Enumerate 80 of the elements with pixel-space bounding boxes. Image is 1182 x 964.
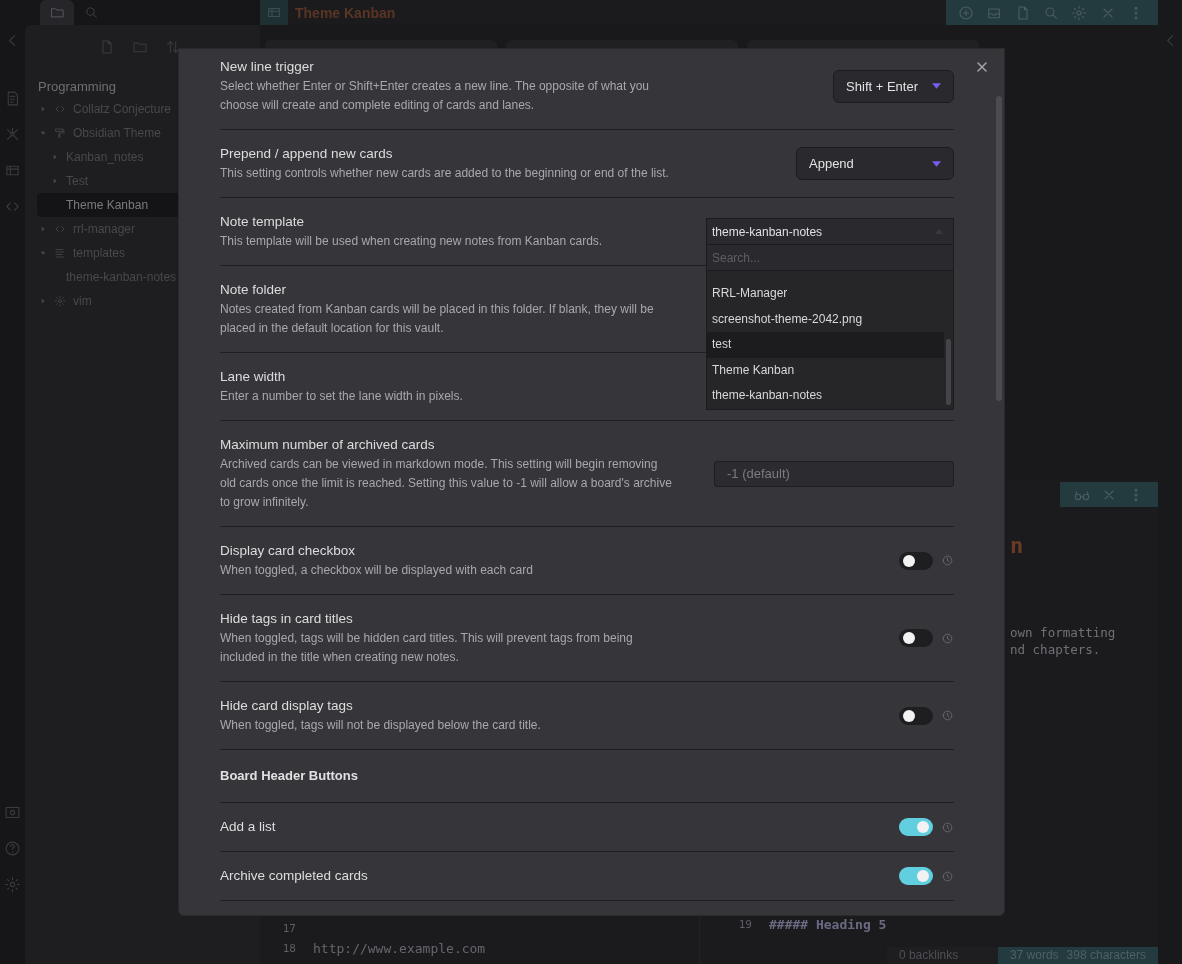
vault-title: Programming <box>37 78 117 96</box>
dropdown-option[interactable]: Theme Kanban <box>707 357 944 384</box>
line-number: 18 <box>281 941 296 955</box>
setting-name: Archive completed cards <box>220 867 368 885</box>
caret-down-icon[interactable] <box>39 129 47 137</box>
text-line: own formatting <box>1010 624 1116 641</box>
setting-description: Notes created from Kanban cards will be placed in this folder. If blank, they will be placed in the default location for this vault. <box>220 301 655 337</box>
reset-icon[interactable] <box>941 554 954 567</box>
scrollbar[interactable] <box>946 339 951 405</box>
dropdown-option[interactable]: theme-kanban-notes <box>707 383 944 409</box>
settings-icon[interactable] <box>4 876 21 893</box>
setting-description: This setting controls whether new cards are added to the beginning or end of the list. <box>220 165 669 182</box>
setting-description: Select whether Enter or Shift+Enter creates a new line. The opposite of what you choose will create and complete editing of cards and lanes. <box>220 78 651 114</box>
graph-icon[interactable] <box>4 126 21 143</box>
code-icon <box>54 103 66 115</box>
settings-icon[interactable] <box>1071 4 1088 21</box>
setting-name: Add a list <box>220 818 276 836</box>
help-icon[interactable] <box>4 840 21 857</box>
close-icon <box>974 59 990 75</box>
search-icon[interactable] <box>1043 4 1059 21</box>
dropdown-option[interactable]: screenshot-theme-2042.png <box>707 306 944 333</box>
setting-name: Note folder <box>220 281 288 299</box>
search-icon <box>83 5 99 20</box>
reset-icon[interactable] <box>941 869 954 883</box>
files-tab[interactable] <box>40 0 74 25</box>
caret-right-icon[interactable] <box>39 225 47 233</box>
text-line: nd chapters. <box>1010 641 1101 658</box>
setting-description: When toggled, tags will be hidden card titles. This will prevent tags from being included in the title when creating new notes. <box>220 630 634 666</box>
sort-icon[interactable] <box>165 39 181 55</box>
dropdown[interactable]: Append <box>796 147 954 180</box>
setting-description: Archived cards can be viewed in markdown mode. This setting will begin removing old cards once the limit is reached. Setting this value to -1 will allow a board's archive to grow infinitely. <box>220 456 673 511</box>
setting-name: Display card checkbox <box>220 542 357 560</box>
line-number: 19 <box>737 917 752 931</box>
toggle-switch[interactable] <box>899 551 933 570</box>
toggle-switch[interactable] <box>899 818 933 836</box>
reset-icon[interactable] <box>941 820 954 834</box>
input-field[interactable]: -1 (default) <box>714 460 954 487</box>
toggle-switch[interactable] <box>899 629 933 647</box>
setting-name: Hide card display tags <box>220 697 354 715</box>
paint-roller-icon <box>54 127 66 139</box>
pane-title: Theme Kanban <box>295 4 396 21</box>
toggle-switch[interactable] <box>899 867 933 885</box>
caret-right-icon[interactable] <box>51 153 59 161</box>
dropdown[interactable]: theme-kanban-notes <box>706 218 954 245</box>
setting-name: Prepend / append new cards <box>220 145 394 163</box>
reset-icon[interactable] <box>941 631 954 645</box>
caret-down-icon[interactable] <box>39 249 47 257</box>
add-icon[interactable] <box>958 4 974 21</box>
setting-name: Maximum number of archived cards <box>220 436 436 454</box>
section-heading: Board Header Buttons <box>220 767 358 783</box>
setting-description: This template will be used when creating new notes from Kanban cards. <box>220 233 603 250</box>
code-line: http://www.example.com <box>313 940 486 956</box>
setting-name: Lane width <box>220 368 287 386</box>
line-number: 17 <box>281 921 296 935</box>
caret-icon <box>932 160 941 167</box>
setting-description: When toggled, a checkbox will be displayed with each card <box>220 562 533 579</box>
code-line: ##### Heading 5 <box>769 916 887 932</box>
setting-description: When toggled, tags will not be displayed below the card title. <box>220 717 541 734</box>
caret-right-icon[interactable] <box>51 177 59 185</box>
setting-name: Note template <box>220 213 306 231</box>
heading-text: n <box>1010 532 1024 560</box>
new-folder-icon[interactable] <box>132 39 148 55</box>
gear-icon <box>54 295 66 307</box>
screen-icon[interactable] <box>4 804 21 821</box>
folder-icon <box>49 5 65 20</box>
reset-icon[interactable] <box>941 709 954 722</box>
dropdown-option[interactable]: test <box>707 332 944 358</box>
dropdown-option[interactable]: RRL-Manager <box>707 281 944 307</box>
caret-right-icon[interactable] <box>39 105 47 113</box>
dropdown[interactable]: Shift + Enter <box>833 69 954 103</box>
toggle-switch[interactable] <box>899 706 933 725</box>
setting-description: Enter a number to set the lane width in pixels. <box>220 388 463 405</box>
lines-icon <box>54 247 66 259</box>
board-icon <box>260 0 288 25</box>
caret-icon <box>932 83 941 89</box>
setting-name: Hide tags in card titles <box>220 610 354 628</box>
setting-name: New line trigger <box>220 58 315 76</box>
code-icon <box>54 223 66 235</box>
new-note-icon[interactable] <box>99 39 115 55</box>
caret-right-icon[interactable] <box>39 297 47 305</box>
